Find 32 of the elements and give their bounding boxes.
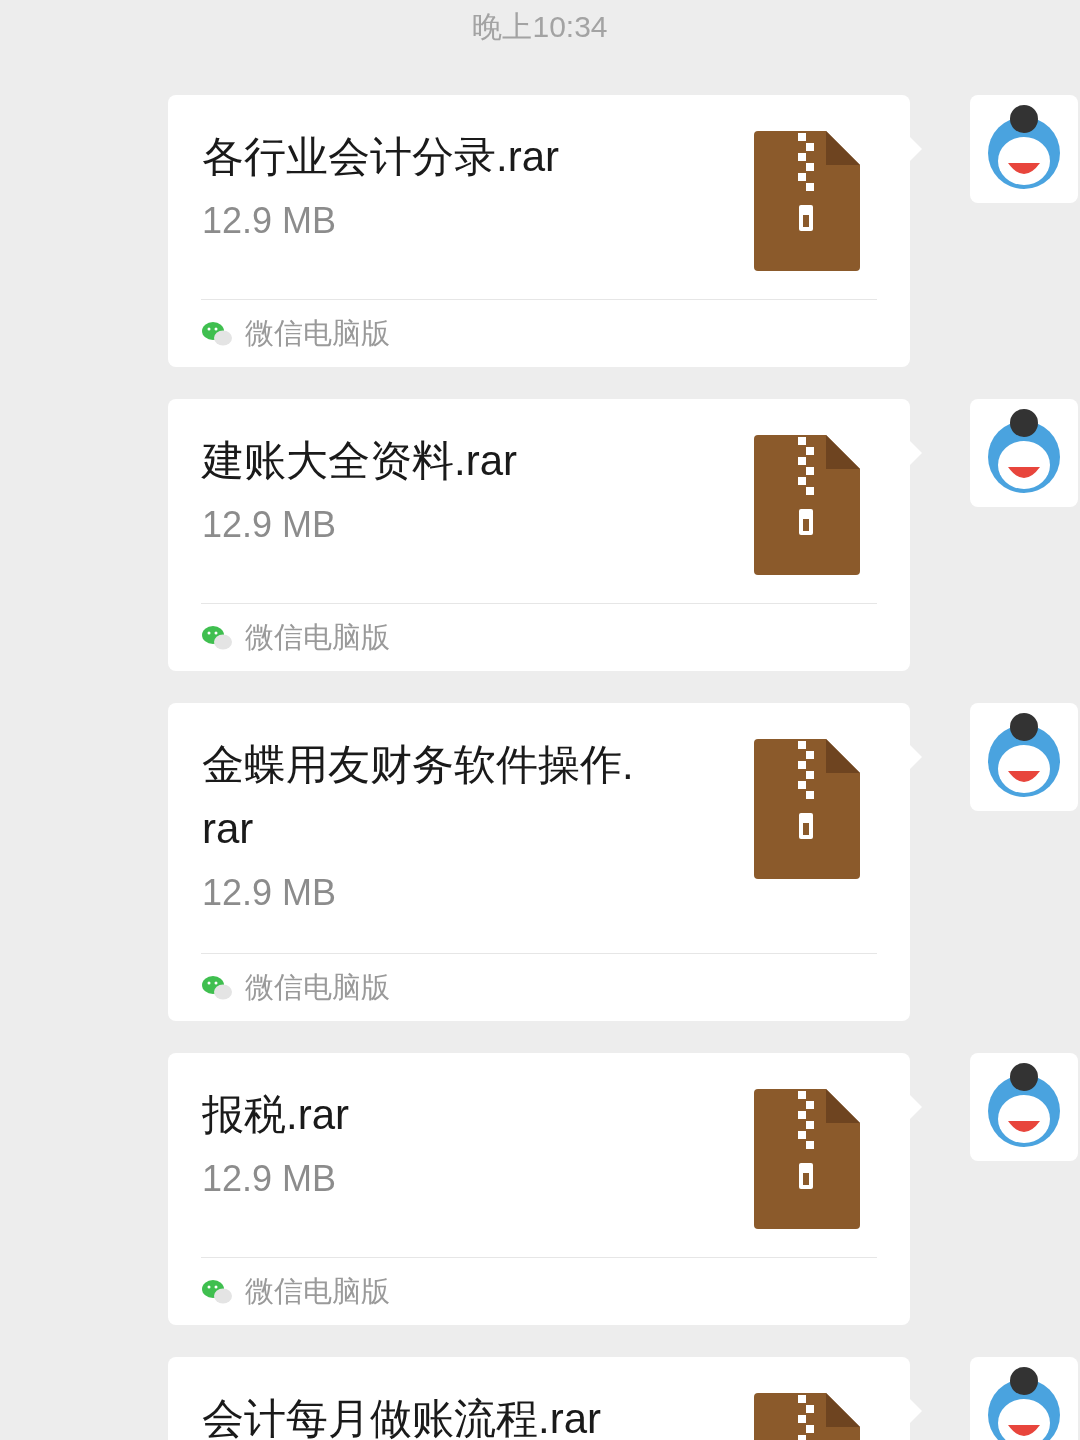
- file-size: 12.9 MB: [202, 1157, 338, 1201]
- zip-file-icon: [754, 131, 860, 271]
- avatar[interactable]: [970, 1357, 1078, 1440]
- zip-file-icon: [754, 739, 860, 879]
- file-message-card[interactable]: 建账大全资料.rar 12.9 MB 微信电脑版: [168, 399, 910, 671]
- file-name: 建账大全资料.rar: [202, 436, 518, 486]
- timestamp: 晚上10:34: [472, 9, 608, 45]
- source-label: 微信电脑版: [245, 619, 390, 655]
- chat-bubbles-icon: [201, 624, 233, 651]
- file-message-card[interactable]: 会计每月做账流程.rar: [168, 1357, 910, 1440]
- file-message-card[interactable]: 各行业会计分录.rar 12.9 MB 微信电脑版: [168, 95, 910, 367]
- zip-file-icon: [754, 435, 860, 575]
- chat-bubbles-icon: [201, 974, 233, 1001]
- source-label: 微信电脑版: [245, 315, 390, 351]
- file-message-card[interactable]: 报税.rar 12.9 MB 微信电脑版: [168, 1053, 910, 1325]
- file-size: 12.9 MB: [202, 503, 338, 547]
- chat-bubbles-icon: [201, 320, 233, 347]
- source-label: 微信电脑版: [245, 969, 390, 1005]
- file-size: 12.9 MB: [202, 871, 338, 915]
- file-size: 12.9 MB: [202, 199, 338, 243]
- file-name: 金蝶用友财务软件操作.rar: [202, 740, 635, 854]
- file-name: 各行业会计分录.rar: [202, 132, 560, 182]
- file-name: 会计每月做账流程.rar: [202, 1394, 602, 1440]
- avatar[interactable]: [970, 399, 1078, 507]
- source-label: 微信电脑版: [245, 1273, 390, 1309]
- avatar[interactable]: [970, 1053, 1078, 1161]
- file-name: 报税.rar: [202, 1090, 350, 1140]
- avatar[interactable]: [970, 703, 1078, 811]
- chat-bubbles-icon: [201, 1278, 233, 1305]
- avatar[interactable]: [970, 95, 1078, 203]
- zip-file-icon: [754, 1089, 860, 1229]
- file-message-card[interactable]: 金蝶用友财务软件操作.rar 12.9 MB 微信电脑版: [168, 703, 910, 1021]
